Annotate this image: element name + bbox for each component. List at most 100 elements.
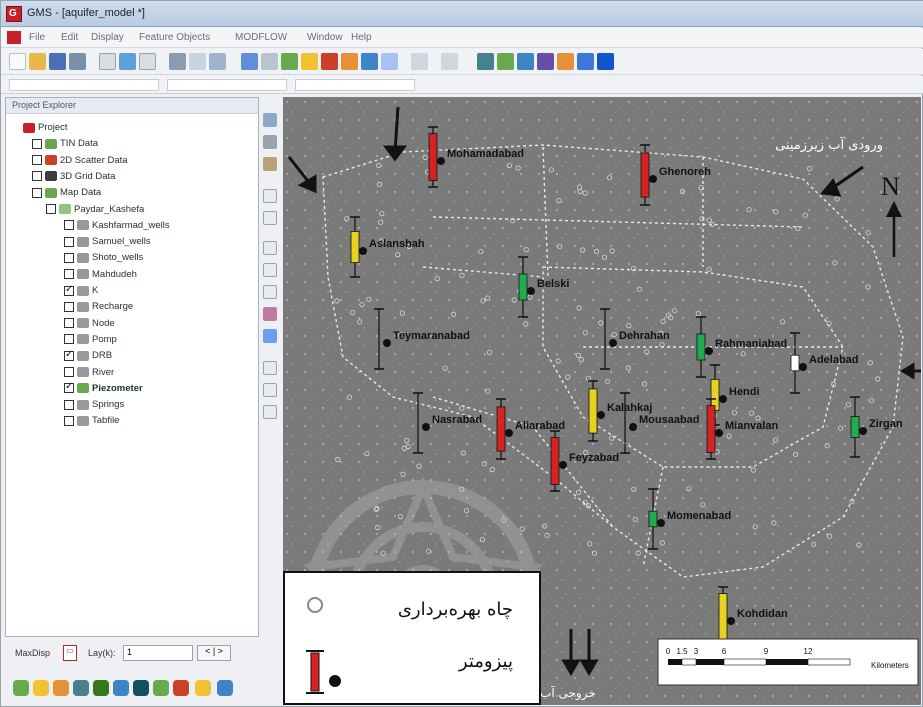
module-gis-icon[interactable] (173, 680, 189, 696)
tree-item[interactable]: Paydar_Kashefa (46, 204, 144, 218)
visibility-checkbox[interactable] (64, 284, 74, 296)
magnify-icon[interactable] (263, 135, 277, 149)
visibility-checkbox[interactable] (32, 187, 42, 198)
visibility-checkbox[interactable] (64, 399, 74, 410)
visibility-checkbox[interactable] (64, 318, 74, 329)
tree-item[interactable]: DRB (64, 349, 112, 364)
visibility-checkbox[interactable] (64, 349, 74, 361)
coordinate-field[interactable] (9, 79, 159, 91)
contour-icon[interactable] (281, 53, 298, 70)
module-2d-icon[interactable] (477, 53, 494, 70)
select-arc-icon[interactable] (263, 241, 277, 255)
hand-pan-icon[interactable] (263, 157, 277, 171)
map-view[interactable]: ورودی آب زیرزمینی خروجی آب زیرزمینی N Mo… (283, 97, 921, 705)
tree-item[interactable]: K (64, 284, 98, 299)
select-point-icon[interactable] (263, 211, 277, 225)
elevation-field[interactable] (167, 79, 287, 91)
layer-toggle-button[interactable]: ▭ (63, 645, 77, 661)
visibility-checkbox[interactable] (64, 301, 74, 312)
module-borehole-icon[interactable] (577, 53, 594, 70)
gms-app-icon[interactable]: G (6, 6, 22, 22)
menu-display[interactable]: Display (91, 32, 124, 43)
save-icon[interactable] (49, 53, 66, 70)
visibility-checkbox[interactable] (64, 236, 74, 247)
select-cell-icon[interactable] (263, 307, 277, 321)
tree-item[interactable]: 2D Scatter Data (32, 155, 128, 169)
module-grid-icon[interactable] (93, 680, 109, 696)
frame-icon[interactable] (99, 53, 116, 70)
create-vertex-icon[interactable] (263, 383, 277, 397)
grid-icon[interactable] (361, 53, 378, 70)
visibility-checkbox[interactable] (32, 155, 42, 166)
visibility-checkbox[interactable] (64, 220, 74, 231)
module-star-icon[interactable] (195, 680, 211, 696)
arrow-icon[interactable] (441, 53, 458, 70)
document-icon[interactable] (7, 31, 21, 44)
visibility-checkbox[interactable] (32, 138, 42, 149)
menu-help[interactable]: Help (351, 32, 372, 43)
display-options-icon[interactable] (261, 53, 278, 70)
zoom-icon[interactable] (209, 53, 226, 70)
tree-item[interactable]: 3D Grid Data (32, 171, 115, 185)
menu-edit[interactable]: Edit (61, 32, 78, 43)
options-icon[interactable] (139, 53, 156, 70)
module-mesh-icon[interactable] (73, 680, 89, 696)
layer-input[interactable]: 1 (123, 645, 193, 661)
select-arrow-icon[interactable] (263, 189, 277, 203)
menu-modflow[interactable]: MODFLOW (235, 32, 287, 43)
module-mesh-icon[interactable] (537, 53, 554, 70)
new-file-icon[interactable] (9, 53, 26, 70)
create-arc-icon[interactable] (263, 361, 277, 375)
visibility-checkbox[interactable] (46, 204, 56, 214)
tree-item[interactable]: Tabfile (64, 415, 119, 429)
tree-item[interactable]: Project (20, 122, 68, 136)
tree-item[interactable]: Mahdudeh (64, 269, 137, 283)
tree-item[interactable]: Springs (64, 399, 124, 413)
module-tin-icon[interactable] (13, 680, 29, 696)
pan-icon[interactable] (189, 53, 206, 70)
tree-item[interactable]: Map Data (32, 187, 101, 201)
create-point-icon[interactable] (263, 329, 277, 343)
chart-icon[interactable] (321, 53, 338, 70)
module-map-icon[interactable] (497, 53, 514, 70)
layer-icon[interactable] (381, 53, 398, 70)
select-vertex-icon[interactable] (263, 263, 277, 277)
tree-item[interactable]: Kashfarmad_wells (64, 220, 170, 234)
tree-item[interactable]: Pomp (64, 334, 117, 348)
visibility-checkbox[interactable] (64, 269, 74, 280)
rotate-icon[interactable] (169, 53, 186, 70)
tree-item[interactable]: Piezometer (64, 381, 143, 397)
tree-item[interactable]: River (64, 367, 114, 381)
visibility-checkbox[interactable] (64, 252, 74, 263)
module-scatter2d-icon[interactable] (113, 680, 129, 696)
module-map-icon[interactable] (153, 680, 169, 696)
visibility-checkbox[interactable] (64, 381, 74, 394)
select-polygon-icon[interactable] (263, 285, 277, 299)
module-solid-icon[interactable] (53, 680, 69, 696)
layer-stepper[interactable]: < | > (197, 645, 231, 661)
info-icon[interactable] (301, 53, 318, 70)
module-scatter3d-icon[interactable] (133, 680, 149, 696)
visibility-checkbox[interactable] (32, 171, 42, 182)
scalar-field[interactable] (295, 79, 415, 91)
visibility-checkbox[interactable] (64, 334, 74, 345)
zoom-in-icon[interactable] (263, 113, 277, 127)
create-spline-icon[interactable] (263, 405, 277, 419)
cursor-icon[interactable] (411, 53, 428, 70)
module-uv-icon[interactable] (217, 680, 233, 696)
tree-item[interactable]: Recharge (64, 301, 133, 315)
module-grid-icon[interactable] (517, 53, 534, 70)
menu-file[interactable]: File (29, 32, 45, 43)
module-gis-icon[interactable] (597, 53, 614, 70)
view-icon[interactable] (119, 53, 136, 70)
tree-item[interactable]: Shoto_wells (64, 252, 143, 266)
module-borehole-icon[interactable] (33, 680, 49, 696)
visibility-checkbox[interactable] (64, 415, 74, 426)
module-scatter-icon[interactable] (557, 53, 574, 70)
open-folder-icon[interactable] (29, 53, 46, 70)
print-icon[interactable] (69, 53, 86, 70)
select-icon[interactable] (241, 53, 258, 70)
menu-feature-objects[interactable]: Feature Objects (139, 32, 210, 43)
menu-window[interactable]: Window (307, 32, 343, 43)
tree-item[interactable]: TIN Data (32, 138, 98, 152)
